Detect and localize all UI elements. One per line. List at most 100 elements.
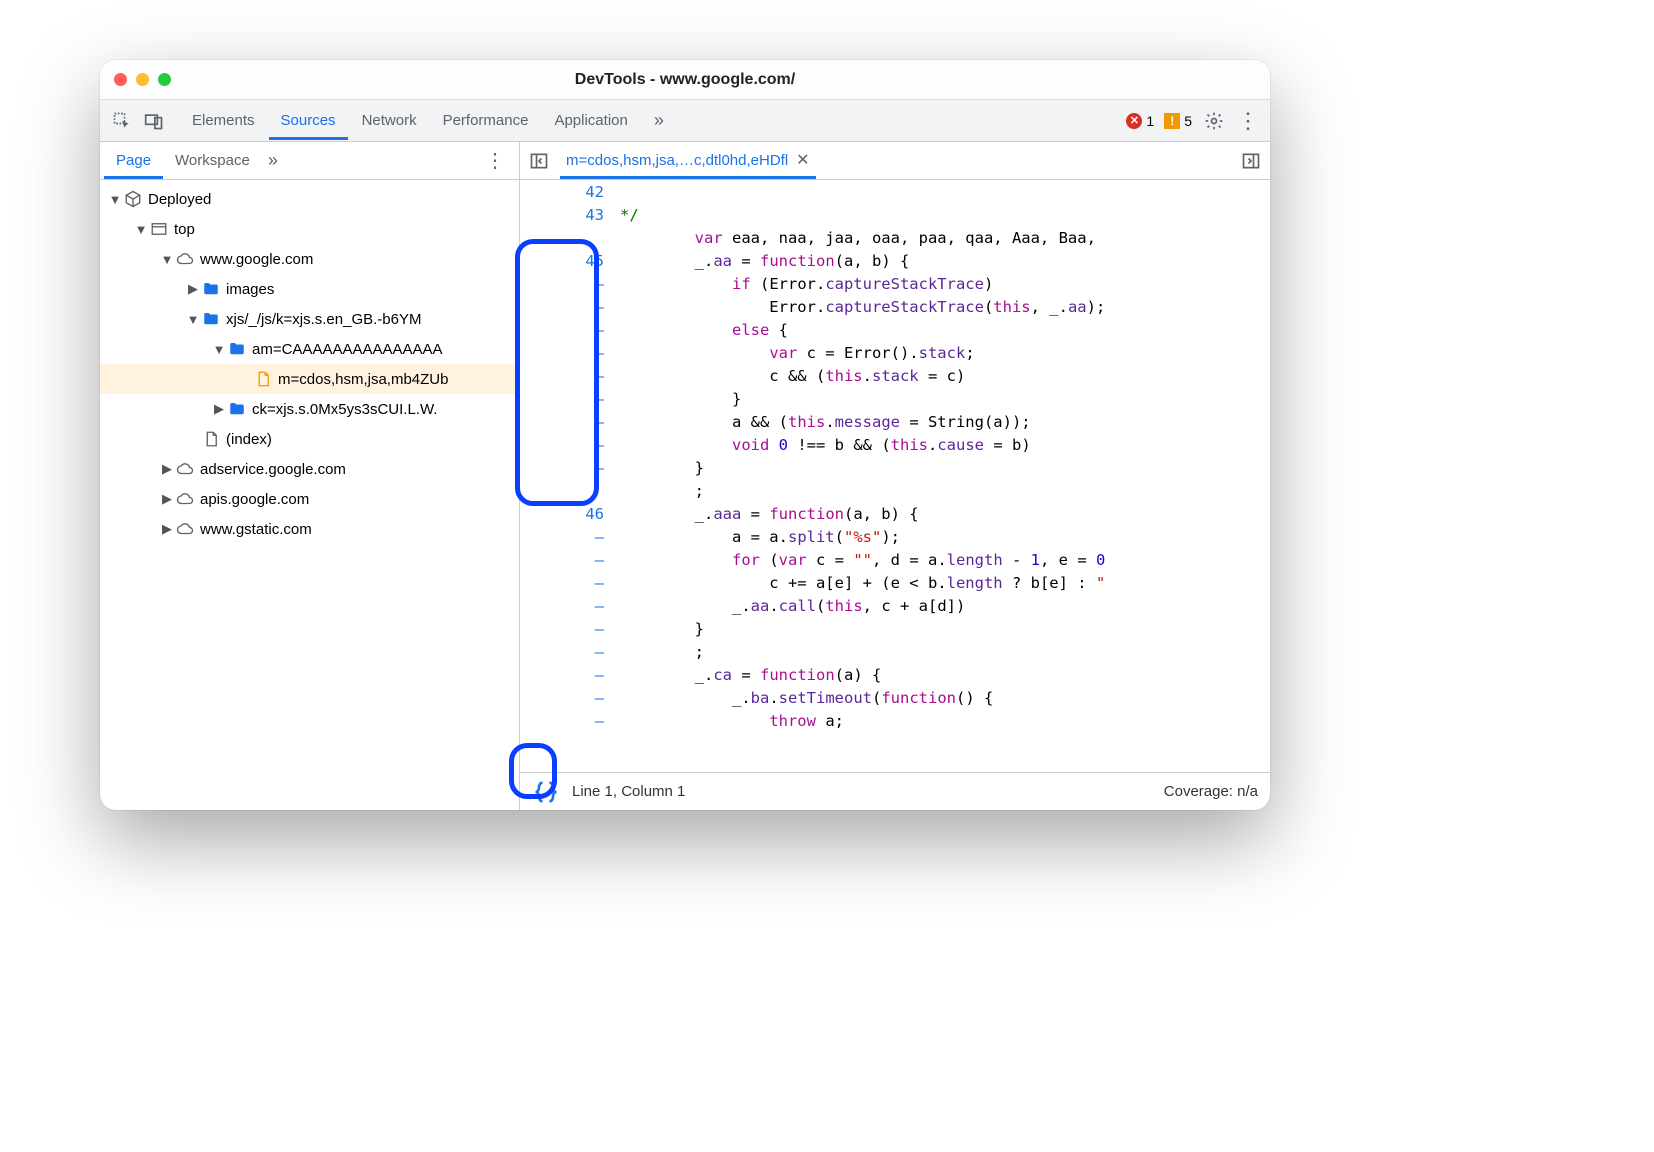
code-line[interactable]: ; xyxy=(620,641,1270,664)
line-number[interactable]: 45 xyxy=(520,250,604,273)
code-line[interactable]: a = a.split("%s"); xyxy=(620,526,1270,549)
warning-count-badge[interactable]: ! 5 xyxy=(1164,113,1192,129)
code-line[interactable] xyxy=(620,181,1270,204)
code-editor[interactable]: */ var eaa, naa, jaa, oaa, paa, qaa, Aaa… xyxy=(614,180,1270,772)
expand-arrow-icon[interactable]: ▶ xyxy=(212,401,226,417)
line-number[interactable]: 46 xyxy=(520,503,604,526)
tree-item[interactable]: ▼ www.google.com xyxy=(100,244,519,274)
tab-elements[interactable]: Elements xyxy=(180,102,267,140)
file-tab[interactable]: m=cdos,hsm,jsa,…c,dtl0hd,eHDfl ✕ xyxy=(560,142,816,179)
more-subtabs-button[interactable]: » xyxy=(262,150,284,171)
code-line[interactable]: else { xyxy=(620,319,1270,342)
close-tab-icon[interactable]: ✕ xyxy=(796,150,809,170)
tree-item-label: www.google.com xyxy=(200,251,313,268)
tree-item[interactable]: ▶ck=xjs.s.0Mx5ys3sCUI.L.W. xyxy=(100,394,519,424)
more-menu-icon[interactable]: ⋮ xyxy=(1236,109,1260,133)
pretty-print-icon[interactable] xyxy=(532,778,560,806)
close-window-button[interactable] xyxy=(114,73,127,86)
line-number[interactable]: – xyxy=(520,641,604,664)
tree-item[interactable]: ▼top xyxy=(100,214,519,244)
expand-arrow-icon[interactable]: ▶ xyxy=(160,491,174,507)
code-line[interactable]: Error.captureStackTrace(this, _.aa); xyxy=(620,296,1270,319)
code-line[interactable]: c += a[e] + (e < b.length ? b[e] : " xyxy=(620,572,1270,595)
more-tabs-button[interactable]: » xyxy=(648,110,670,131)
inspect-element-icon[interactable] xyxy=(110,109,134,133)
line-number[interactable]: – xyxy=(520,434,604,457)
line-number[interactable]: – xyxy=(520,457,604,480)
code-line[interactable]: ; xyxy=(620,480,1270,503)
tab-application[interactable]: Application xyxy=(542,102,639,140)
navigator-more-icon[interactable]: ⋮ xyxy=(475,148,515,173)
code-line[interactable]: } xyxy=(620,618,1270,641)
line-number[interactable]: – xyxy=(520,388,604,411)
code-line[interactable]: void 0 !== b && (this.cause = b) xyxy=(620,434,1270,457)
expand-arrow-icon[interactable]: ▼ xyxy=(212,342,226,357)
tree-item[interactable]: ▶www.gstatic.com xyxy=(100,514,519,544)
code-line[interactable]: _.aa.call(this, c + a[d]) xyxy=(620,595,1270,618)
line-number[interactable]: 42 xyxy=(520,181,604,204)
settings-icon[interactable] xyxy=(1202,109,1226,133)
toggle-debugger-icon[interactable] xyxy=(1238,151,1264,171)
editor-pane: m=cdos,hsm,jsa,…c,dtl0hd,eHDfl ✕ 424345–… xyxy=(520,142,1270,810)
tree-item[interactable]: (index) xyxy=(100,424,519,454)
line-number[interactable]: – xyxy=(520,273,604,296)
code-line[interactable]: var c = Error().stack; xyxy=(620,342,1270,365)
line-number-gutter[interactable]: 424345–––––––––46––––––––– xyxy=(520,180,614,772)
tab-sources[interactable]: Sources xyxy=(269,102,348,140)
line-number[interactable]: – xyxy=(520,618,604,641)
line-number[interactable] xyxy=(520,227,604,250)
tree-item[interactable]: ▶images xyxy=(100,274,519,304)
line-number[interactable]: – xyxy=(520,526,604,549)
line-number[interactable]: – xyxy=(520,687,604,710)
tree-item[interactable]: ▼Deployed xyxy=(100,184,519,214)
subtab-workspace[interactable]: Workspace xyxy=(163,143,262,179)
toggle-navigator-icon[interactable] xyxy=(526,151,552,171)
tree-item[interactable]: ▶apis.google.com xyxy=(100,484,519,514)
error-count: 1 xyxy=(1146,113,1154,129)
tree-item[interactable]: m=cdos,hsm,jsa,mb4ZUb xyxy=(100,364,519,394)
tab-performance[interactable]: Performance xyxy=(431,102,541,140)
expand-arrow-icon[interactable]: ▶ xyxy=(186,281,200,297)
expand-arrow-icon[interactable]: ▶ xyxy=(160,461,174,477)
code-line[interactable]: _.aaa = function(a, b) { xyxy=(620,503,1270,526)
expand-arrow-icon[interactable]: ▼ xyxy=(108,192,122,207)
zoom-window-button[interactable] xyxy=(158,73,171,86)
code-line[interactable]: _.ca = function(a) { xyxy=(620,664,1270,687)
expand-arrow-icon[interactable]: ▼ xyxy=(186,312,200,327)
code-line[interactable]: } xyxy=(620,457,1270,480)
device-toolbar-icon[interactable] xyxy=(142,109,166,133)
code-line[interactable]: if (Error.captureStackTrace) xyxy=(620,273,1270,296)
tree-item[interactable]: ▼am=CAAAAAAAAAAAAAAA xyxy=(100,334,519,364)
code-line[interactable]: c && (this.stack = c) xyxy=(620,365,1270,388)
line-number[interactable]: – xyxy=(520,595,604,618)
tree-item[interactable]: ▶adservice.google.com xyxy=(100,454,519,484)
line-number[interactable]: – xyxy=(520,411,604,434)
line-number[interactable]: 43 xyxy=(520,204,604,227)
code-line[interactable]: for (var c = "", d = a.length - 1, e = 0 xyxy=(620,549,1270,572)
line-number[interactable]: – xyxy=(520,319,604,342)
line-number[interactable]: – xyxy=(520,342,604,365)
tab-network[interactable]: Network xyxy=(350,102,429,140)
tree-item[interactable]: ▼xjs/_/js/k=xjs.s.en_GB.-b6YM xyxy=(100,304,519,334)
code-line[interactable]: _.ba.setTimeout(function() { xyxy=(620,687,1270,710)
code-line[interactable]: var eaa, naa, jaa, oaa, paa, qaa, Aaa, B… xyxy=(620,227,1270,250)
line-number[interactable]: – xyxy=(520,296,604,319)
expand-arrow-icon[interactable]: ▶ xyxy=(160,521,174,537)
line-number[interactable] xyxy=(520,480,604,503)
code-line[interactable]: */ xyxy=(620,204,1270,227)
code-line[interactable]: throw a; xyxy=(620,710,1270,733)
line-number[interactable]: – xyxy=(520,572,604,595)
code-line[interactable]: _.aa = function(a, b) { xyxy=(620,250,1270,273)
minimize-window-button[interactable] xyxy=(136,73,149,86)
error-count-badge[interactable]: ✕ 1 xyxy=(1126,113,1154,129)
line-number[interactable]: – xyxy=(520,365,604,388)
line-number[interactable]: – xyxy=(520,710,604,733)
line-number[interactable]: – xyxy=(520,664,604,687)
line-number[interactable]: – xyxy=(520,549,604,572)
code-line[interactable]: } xyxy=(620,388,1270,411)
code-line[interactable]: a && (this.message = String(a)); xyxy=(620,411,1270,434)
expand-arrow-icon[interactable]: ▼ xyxy=(160,252,174,267)
expand-arrow-icon[interactable]: ▼ xyxy=(134,222,148,237)
subtab-page[interactable]: Page xyxy=(104,143,163,179)
error-icon: ✕ xyxy=(1126,113,1142,129)
